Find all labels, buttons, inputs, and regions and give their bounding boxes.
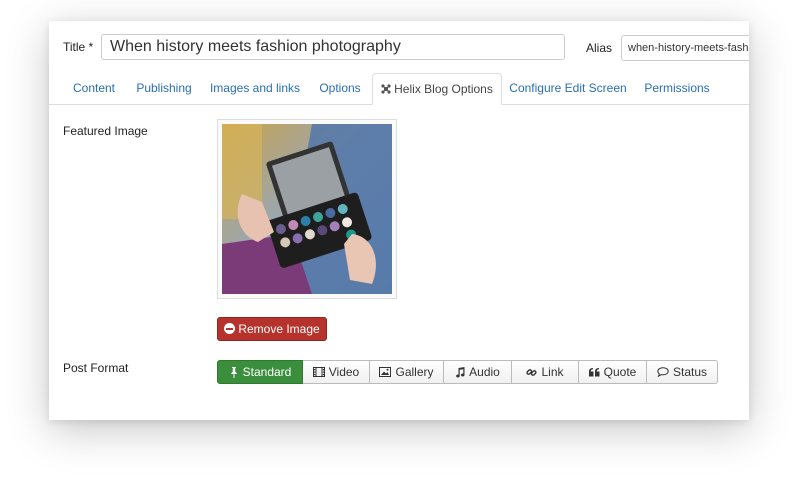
film-icon bbox=[312, 367, 325, 377]
pushpin-icon bbox=[230, 366, 237, 378]
format-standard-label: Standard bbox=[242, 365, 292, 379]
tab-options[interactable]: Options bbox=[311, 73, 369, 104]
featured-image-thumbnail[interactable] bbox=[217, 119, 397, 299]
article-edit-panel: Title * When history meets fashion photo… bbox=[49, 21, 749, 420]
title-label: Title * bbox=[63, 40, 94, 54]
format-quote-label: Quote bbox=[603, 365, 637, 379]
tab-configure-edit-screen[interactable]: Configure Edit Screen bbox=[507, 73, 629, 104]
tab-helix-blog-options-label: Helix Blog Options bbox=[394, 82, 493, 96]
format-status-button[interactable]: Status bbox=[647, 360, 718, 384]
alias-input[interactable]: when-history-meets-fashion-photography bbox=[621, 35, 749, 61]
format-quote-button[interactable]: Quote bbox=[579, 360, 647, 384]
link-icon bbox=[526, 368, 538, 376]
format-gallery-label: Gallery bbox=[395, 365, 434, 379]
format-link-label: Link bbox=[541, 365, 564, 379]
speech-bubble-icon bbox=[657, 367, 669, 377]
format-video-button[interactable]: Video bbox=[303, 360, 370, 384]
title-input[interactable]: When history meets fashion photography bbox=[101, 34, 565, 60]
alias-label: Alias bbox=[586, 41, 613, 55]
post-format-group: Standard Video Gallery Audio Link Quote … bbox=[217, 360, 718, 384]
post-format-label: Post Format bbox=[63, 361, 129, 375]
tab-permissions[interactable]: Permissions bbox=[637, 73, 717, 104]
featured-image-label: Featured Image bbox=[63, 124, 148, 138]
format-gallery-button[interactable]: Gallery bbox=[370, 360, 444, 384]
tab-content[interactable]: Content bbox=[63, 73, 125, 104]
format-link-button[interactable]: Link bbox=[512, 360, 579, 384]
remove-image-label: Remove Image bbox=[238, 322, 320, 336]
joomla-icon bbox=[381, 75, 391, 94]
image-icon bbox=[379, 367, 392, 377]
format-audio-label: Audio bbox=[469, 365, 500, 379]
quote-icon bbox=[588, 367, 600, 376]
format-standard-button[interactable]: Standard bbox=[217, 360, 303, 384]
tab-publishing[interactable]: Publishing bbox=[129, 73, 199, 104]
tab-bar: Content Publishing Images and links Opti… bbox=[49, 73, 749, 105]
featured-image-photo bbox=[222, 124, 392, 294]
format-audio-button[interactable]: Audio bbox=[444, 360, 512, 384]
tab-images-and-links[interactable]: Images and links bbox=[203, 73, 307, 104]
tab-helix-blog-options[interactable]: Helix Blog Options bbox=[372, 73, 502, 105]
remove-image-button[interactable]: Remove Image bbox=[217, 317, 327, 341]
format-status-label: Status bbox=[672, 365, 708, 379]
music-note-icon bbox=[456, 366, 465, 378]
minus-circle-icon bbox=[224, 323, 236, 334]
format-video-label: Video bbox=[328, 365, 360, 379]
